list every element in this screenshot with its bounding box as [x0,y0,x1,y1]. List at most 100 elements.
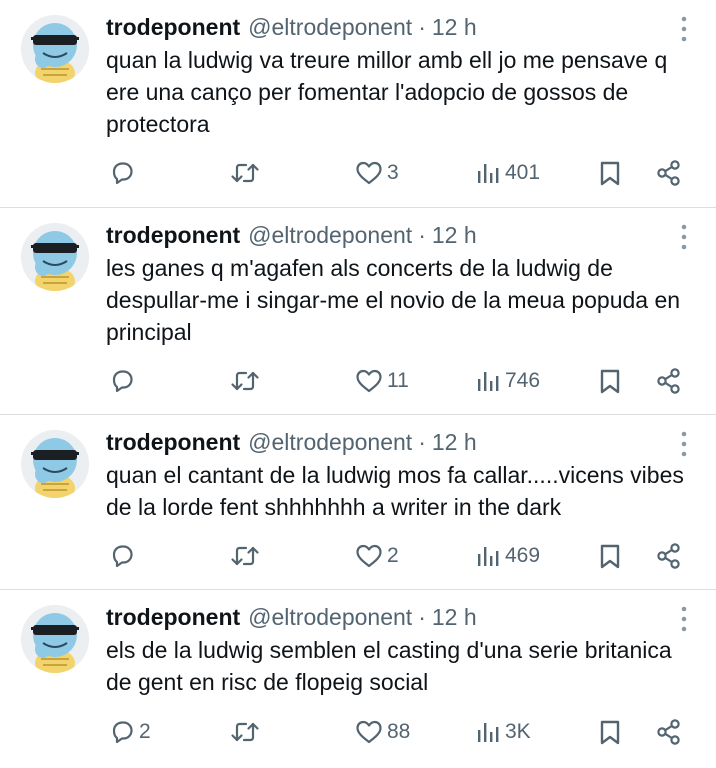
tweet-header: trodeponent @eltrodeponent · 12 h [106,218,686,252]
share-button[interactable] [655,361,683,401]
user-handle[interactable]: @eltrodeponent [248,429,412,456]
heart-icon [356,544,382,568]
share-icon [657,543,680,569]
avatar[interactable] [21,15,89,83]
timestamp[interactable]: 12 h [432,14,477,41]
view-count: 469 [505,544,541,567]
display-name[interactable]: trodeponent [106,604,240,631]
more-options-icon[interactable] [674,604,694,634]
separator: · [418,603,426,630]
reply-button[interactable]: 2 [108,712,151,752]
retweet-icon [231,722,259,742]
heart-icon [356,720,382,744]
like-count: 88 [387,720,411,743]
view-count: 401 [505,161,541,184]
analytics-icon [478,372,499,391]
bookmark-button[interactable] [597,712,623,752]
tweet-text: quan el cantant de la ludwig mos fa call… [106,462,684,520]
like-count: 3 [387,161,399,184]
retweet-button[interactable] [228,361,265,401]
bookmark-button[interactable] [597,536,623,576]
tweet-header: trodeponent @eltrodeponent · 12 h [106,600,686,634]
squirtle-avatar-icon [21,15,89,83]
like-button[interactable]: 11 [354,361,409,401]
avatar[interactable] [21,223,89,291]
avatar[interactable] [21,605,89,673]
timestamp[interactable]: 12 h [432,429,477,456]
bookmark-button[interactable] [597,361,623,401]
display-name[interactable]: trodeponent [106,14,240,41]
heart-icon [356,369,382,393]
separator: · [418,13,426,40]
retweet-button[interactable] [228,536,265,576]
tweet-actions: 3 401 [0,153,716,193]
tweet[interactable]: trodeponent @eltrodeponent · 12 h les ga… [0,208,716,415]
retweet-button[interactable] [228,153,265,193]
reply-button[interactable] [108,153,139,193]
more-options-icon[interactable] [674,429,694,459]
display-name[interactable]: trodeponent [106,429,240,456]
avatar[interactable] [21,430,89,498]
reply-icon [112,162,133,185]
share-button[interactable] [655,712,683,752]
views-button[interactable]: 3K [474,712,531,752]
views-button[interactable]: 469 [474,536,540,576]
tweet-header: trodeponent @eltrodeponent · 12 h [106,425,686,459]
share-button[interactable] [655,153,683,193]
squirtle-avatar-icon [21,430,89,498]
tweet-actions: 11 746 [0,361,716,401]
heart-icon [356,161,382,185]
tweet-header: trodeponent @eltrodeponent · 12 h [106,10,686,44]
bookmark-button[interactable] [597,153,623,193]
bookmark-icon [600,161,620,186]
separator: · [418,221,426,248]
user-handle[interactable]: @eltrodeponent [248,604,412,631]
retweet-icon [231,546,259,566]
tweet-feed: trodeponent @eltrodeponent · 12 h quan l… [0,0,716,768]
analytics-icon [478,547,499,566]
bookmark-icon [600,369,620,394]
share-icon [657,160,680,186]
reply-icon [112,545,133,568]
views-button[interactable]: 401 [474,153,540,193]
timestamp[interactable]: 12 h [432,604,477,631]
reply-icon [112,721,133,744]
tweet[interactable]: trodeponent @eltrodeponent · 12 h quan l… [0,0,716,208]
user-handle[interactable]: @eltrodeponent [248,14,412,41]
analytics-icon [478,723,499,742]
tweet-actions: 2 469 [0,536,716,576]
like-button[interactable]: 3 [354,153,399,193]
like-button[interactable]: 2 [354,536,399,576]
like-count: 11 [387,369,409,392]
tweet[interactable]: trodeponent @eltrodeponent · 12 h els de… [0,590,716,768]
user-handle[interactable]: @eltrodeponent [248,222,412,249]
tweet-text: els de la ludwig semblen el casting d'un… [106,637,672,695]
bookmark-icon [600,720,620,745]
like-button[interactable]: 88 [354,712,410,752]
share-icon [657,719,680,745]
tweet[interactable]: trodeponent @eltrodeponent · 12 h quan e… [0,415,716,590]
reply-button[interactable] [108,361,139,401]
retweet-icon [231,371,259,391]
separator: · [418,428,426,455]
tweet-text: quan la ludwig va treure millor amb ell … [106,47,668,137]
timestamp[interactable]: 12 h [432,222,477,249]
share-icon [657,368,680,394]
more-options-icon[interactable] [674,222,694,252]
display-name[interactable]: trodeponent [106,222,240,249]
retweet-icon [231,163,259,183]
view-count: 3K [505,720,531,743]
tweet-actions: 2 88 3K [0,712,716,752]
analytics-icon [478,164,499,183]
bookmark-icon [600,544,620,569]
views-button[interactable]: 746 [474,361,540,401]
share-button[interactable] [655,536,683,576]
retweet-button[interactable] [228,712,265,752]
reply-button[interactable] [108,536,139,576]
more-options-icon[interactable] [674,14,694,44]
tweet-text: les ganes q m'agafen als concerts de la … [106,255,681,345]
squirtle-avatar-icon [21,223,89,291]
reply-icon [112,370,133,393]
reply-count: 2 [139,720,151,743]
like-count: 2 [387,544,399,567]
